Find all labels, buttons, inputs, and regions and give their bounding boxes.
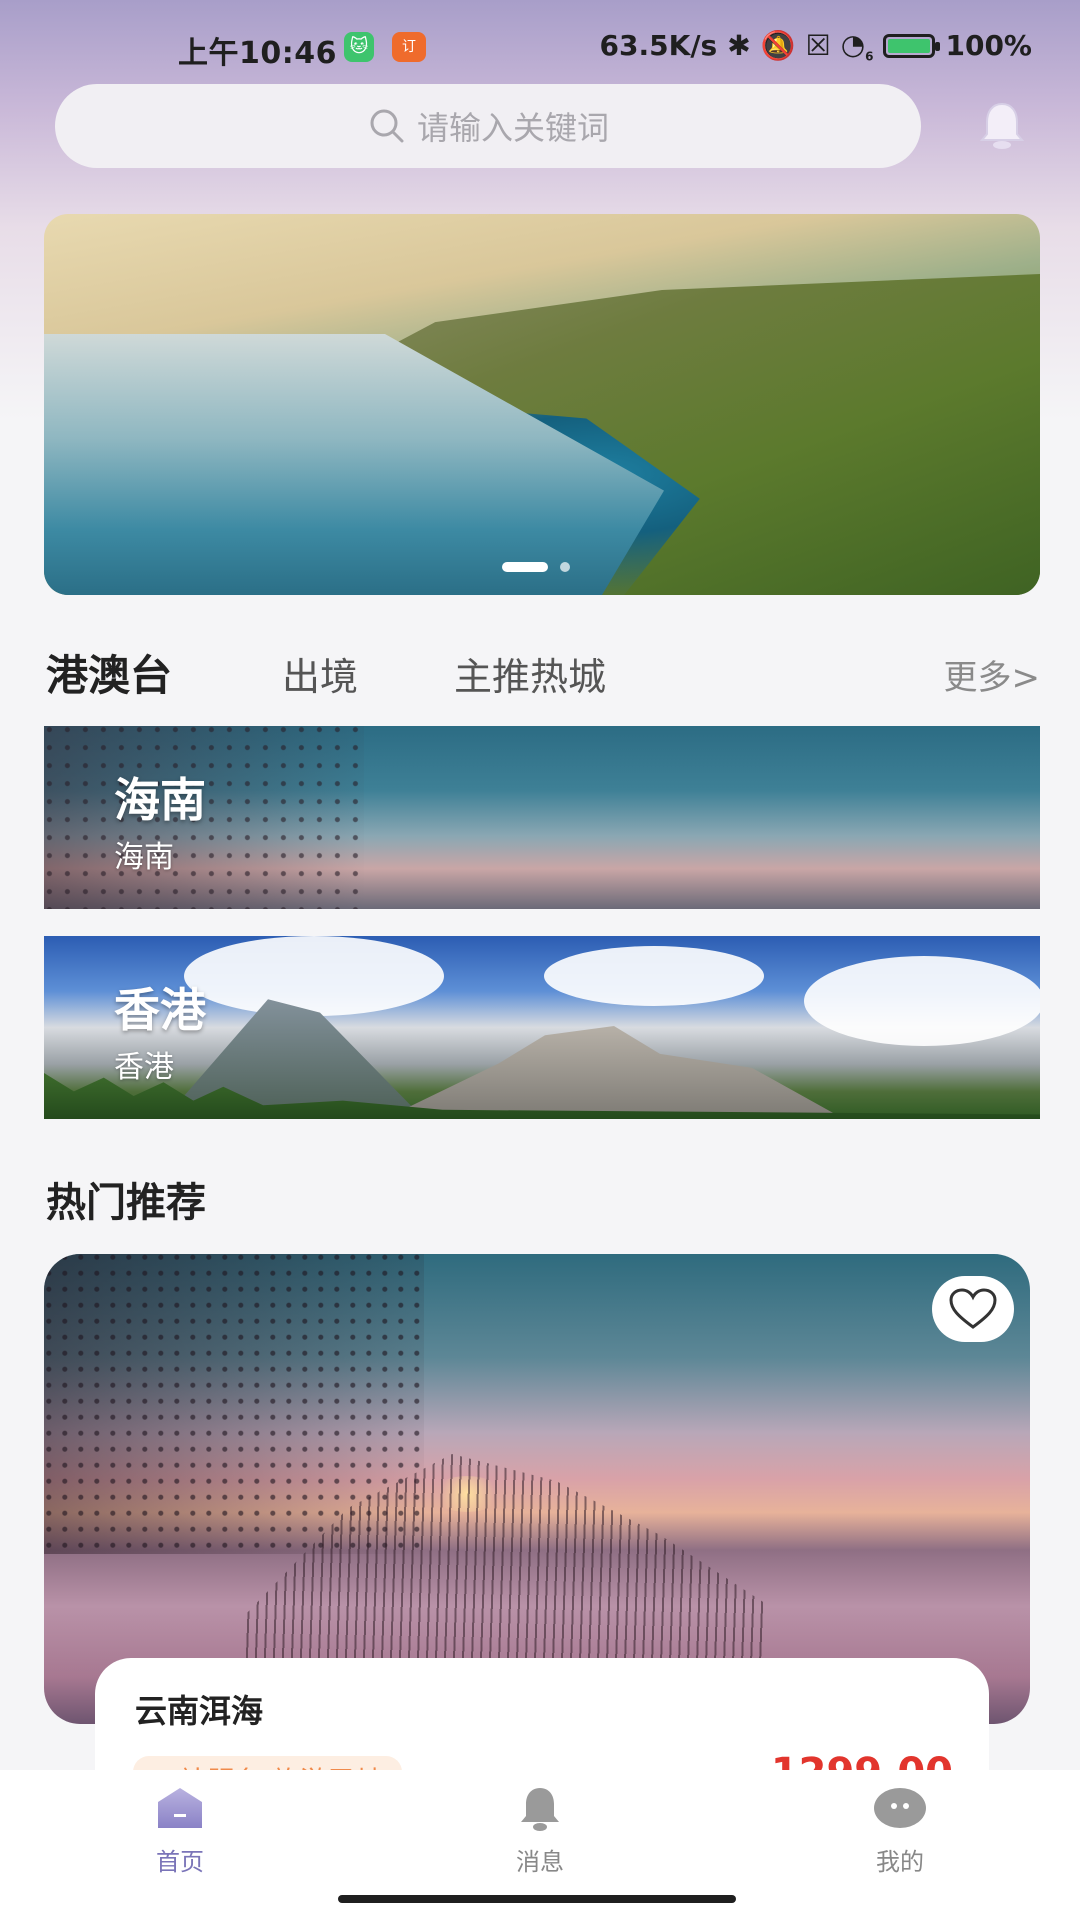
nav-home[interactable]: 首页 bbox=[110, 1784, 250, 1877]
search-placeholder: 请输入关键词 bbox=[416, 109, 609, 147]
wifi-icon: ◔6 bbox=[840, 28, 874, 64]
mute-icon: 🔕 bbox=[760, 29, 796, 63]
city-card-hainan[interactable]: 海南 海南 bbox=[44, 726, 1040, 909]
city-card-hongkong[interactable]: 香港 香港 bbox=[44, 936, 1040, 1119]
nav-label: 消息 bbox=[516, 1848, 564, 1876]
status-time: 上午10:46 bbox=[178, 36, 337, 71]
city-title: 海南 bbox=[114, 773, 206, 827]
recommend-card-image[interactable] bbox=[44, 1254, 1030, 1724]
app-notification-icon-2: 订 bbox=[392, 32, 426, 62]
network-speed: 63.5K/s bbox=[599, 29, 718, 63]
carousel-dot-active bbox=[502, 562, 548, 572]
search-icon bbox=[370, 109, 404, 143]
banner-carousel[interactable] bbox=[44, 214, 1040, 595]
city-card-cloud bbox=[804, 956, 1040, 1046]
carousel-indicator bbox=[502, 562, 570, 572]
profile-icon bbox=[874, 1788, 926, 1828]
nav-messages[interactable]: 消息 bbox=[470, 1784, 610, 1877]
section-title: 热门推荐 bbox=[46, 1180, 206, 1226]
battery-level: 100% bbox=[945, 29, 1032, 63]
battery-icon bbox=[883, 33, 941, 58]
nav-label: 我的 bbox=[876, 1848, 924, 1876]
bluetooth-icon: ✱ bbox=[727, 29, 751, 63]
city-title: 香港 bbox=[114, 983, 206, 1037]
card-title: 云南洱海 bbox=[135, 1692, 264, 1730]
home-icon bbox=[158, 1788, 202, 1828]
heart-icon bbox=[949, 1288, 997, 1329]
nav-label: 首页 bbox=[156, 1848, 204, 1876]
city-card-cloud bbox=[184, 936, 444, 1016]
city-card-mountain bbox=[384, 1026, 844, 1119]
more-link[interactable]: 更多> bbox=[944, 650, 1041, 699]
city-card-cloud bbox=[544, 946, 764, 1006]
bell-icon bbox=[521, 1788, 559, 1831]
tab-outbound[interactable]: 出境 bbox=[282, 646, 358, 701]
tab-hot-cities[interactable]: 主推热城 bbox=[454, 646, 606, 701]
no-sim-icon: ☒ bbox=[805, 29, 831, 63]
search-input[interactable]: 请输入关键词 bbox=[55, 84, 921, 168]
category-tabs: 港澳台 出境 主推热城 更多> bbox=[46, 640, 1040, 700]
status-bar: 上午10:46 🐱 订 63.5K/s ✱ 🔕 ☒ ◔6 100% bbox=[0, 0, 1080, 96]
carousel-dot bbox=[560, 562, 570, 572]
home-indicator[interactable] bbox=[338, 1895, 736, 1903]
favorite-button[interactable] bbox=[932, 1276, 1014, 1342]
notification-bell-icon[interactable] bbox=[974, 98, 1030, 154]
city-subtitle: 香港 bbox=[114, 1050, 174, 1085]
app-notification-icon: 🐱 bbox=[344, 32, 374, 62]
status-indicators: 63.5K/s ✱ 🔕 ☒ ◔6 100% bbox=[600, 28, 1032, 64]
nav-profile[interactable]: 我的 bbox=[830, 1784, 970, 1877]
city-subtitle: 海南 bbox=[114, 840, 174, 875]
tab-hk-macau-taiwan[interactable]: 港澳台 bbox=[46, 642, 172, 703]
